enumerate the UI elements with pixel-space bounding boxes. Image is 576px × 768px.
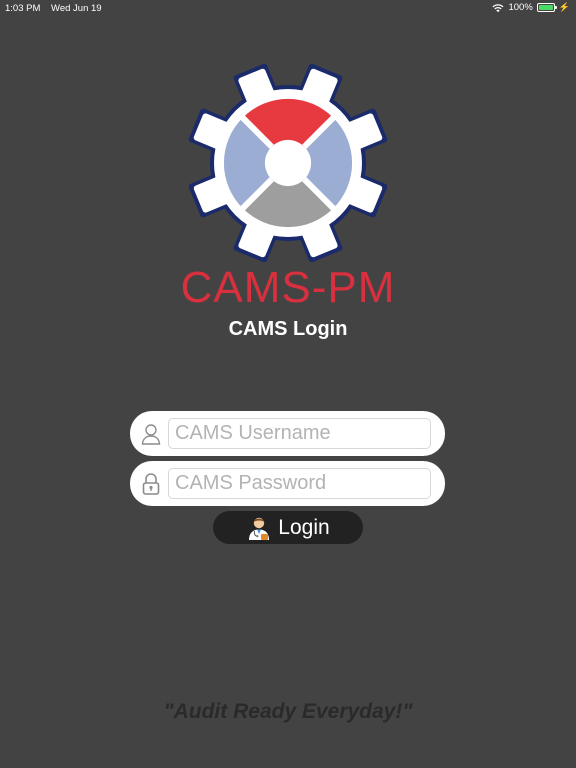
battery-icon [536, 3, 557, 12]
battery-percentage: 100% [508, 2, 533, 13]
status-right: 100% ⚡ [492, 2, 570, 13]
password-row [130, 461, 445, 506]
login-button-label: Login [278, 515, 330, 539]
username-row [130, 411, 445, 456]
login-button[interactable]: Login [213, 511, 363, 544]
page-title: CAMS Login [228, 318, 348, 340]
charging-bolt-icon: ⚡ [558, 2, 570, 12]
password-input[interactable] [168, 468, 431, 499]
wifi-icon [493, 3, 504, 12]
status-date: Wed Jun 19 [51, 3, 102, 14]
status-time: 1:03 PM [5, 3, 41, 14]
username-input[interactable] [168, 418, 431, 449]
brand-name: CAMS-PM [180, 263, 396, 312]
tagline: "Audit Ready Everyday!" [163, 700, 413, 723]
battery-level [538, 5, 553, 10]
login-screen: 1:03 PM Wed Jun 19 100% ⚡ CAMS-PM CAMS L… [0, 0, 576, 768]
status-left: 1:03 PM Wed Jun 19 [5, 3, 110, 14]
lock-icon [138, 471, 164, 497]
gear-logo-icon [188, 63, 388, 263]
doctor-icon [249, 517, 270, 540]
status-bar: 1:03 PM Wed Jun 19 100% ⚡ [0, 0, 576, 16]
user-icon [138, 421, 164, 447]
